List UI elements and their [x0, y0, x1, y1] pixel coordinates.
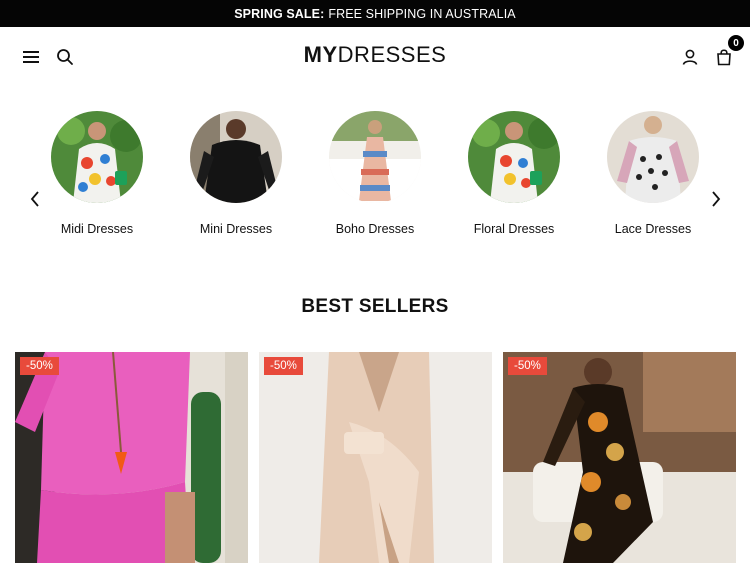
beige-wrap-dress-image	[259, 352, 492, 563]
category-boho-dresses[interactable]: Boho Dresses	[310, 111, 440, 236]
mini-dresses-image	[190, 111, 282, 203]
discount-badge: -50%	[508, 357, 547, 375]
announcement-bar: SPRING SALE: FREE SHIPPING IN AUSTRALIA	[0, 0, 750, 27]
announcement-strong: SPRING SALE:	[234, 6, 325, 21]
best-sellers-title: BEST SELLERS	[301, 296, 449, 317]
discount-badge: -50%	[20, 357, 59, 375]
category-lace-dresses[interactable]: Lace Dresses	[588, 111, 718, 236]
cart-icon[interactable]: 0	[712, 35, 744, 69]
category-label: Floral Dresses	[473, 222, 555, 236]
category-label: Midi Dresses	[60, 222, 134, 236]
product-card-pink-dress[interactable]: -50%	[15, 352, 248, 563]
category-floral-dresses[interactable]: Floral Dresses	[449, 111, 579, 236]
printed-wrap-dress-image	[503, 352, 736, 563]
logo-light: DRESSES	[337, 42, 447, 67]
announcement-text: FREE SHIPPING IN AUSTRALIA	[328, 6, 516, 21]
lace-dresses-image	[607, 111, 699, 203]
boho-dresses-image	[329, 111, 421, 203]
site-logo[interactable]: MYDRESSES	[0, 42, 750, 68]
category-label: Mini Dresses	[199, 222, 273, 236]
category-carousel: Midi Dresses Mini Dresses Boho Dresses F…	[0, 111, 750, 241]
category-label: Lace Dresses	[614, 222, 692, 236]
midi-dresses-image	[51, 111, 143, 203]
category-label: Boho Dresses	[335, 222, 415, 236]
floral-dresses-image	[468, 111, 560, 203]
carousel-next-arrow-icon[interactable]	[706, 189, 726, 209]
account-icon[interactable]	[678, 45, 702, 69]
discount-badge: -50%	[264, 357, 303, 375]
product-card-beige-dress[interactable]: -50%	[259, 352, 492, 563]
pink-shift-dress-image	[15, 352, 248, 563]
category-mini-dresses[interactable]: Mini Dresses	[171, 111, 301, 236]
cart-count-badge: 0	[728, 35, 744, 51]
logo-bold: MY	[303, 42, 338, 67]
site-header: MYDRESSES 0	[0, 27, 750, 87]
product-card-printed-dress[interactable]: -50%	[503, 352, 736, 563]
category-midi-dresses[interactable]: Midi Dresses	[32, 111, 162, 236]
